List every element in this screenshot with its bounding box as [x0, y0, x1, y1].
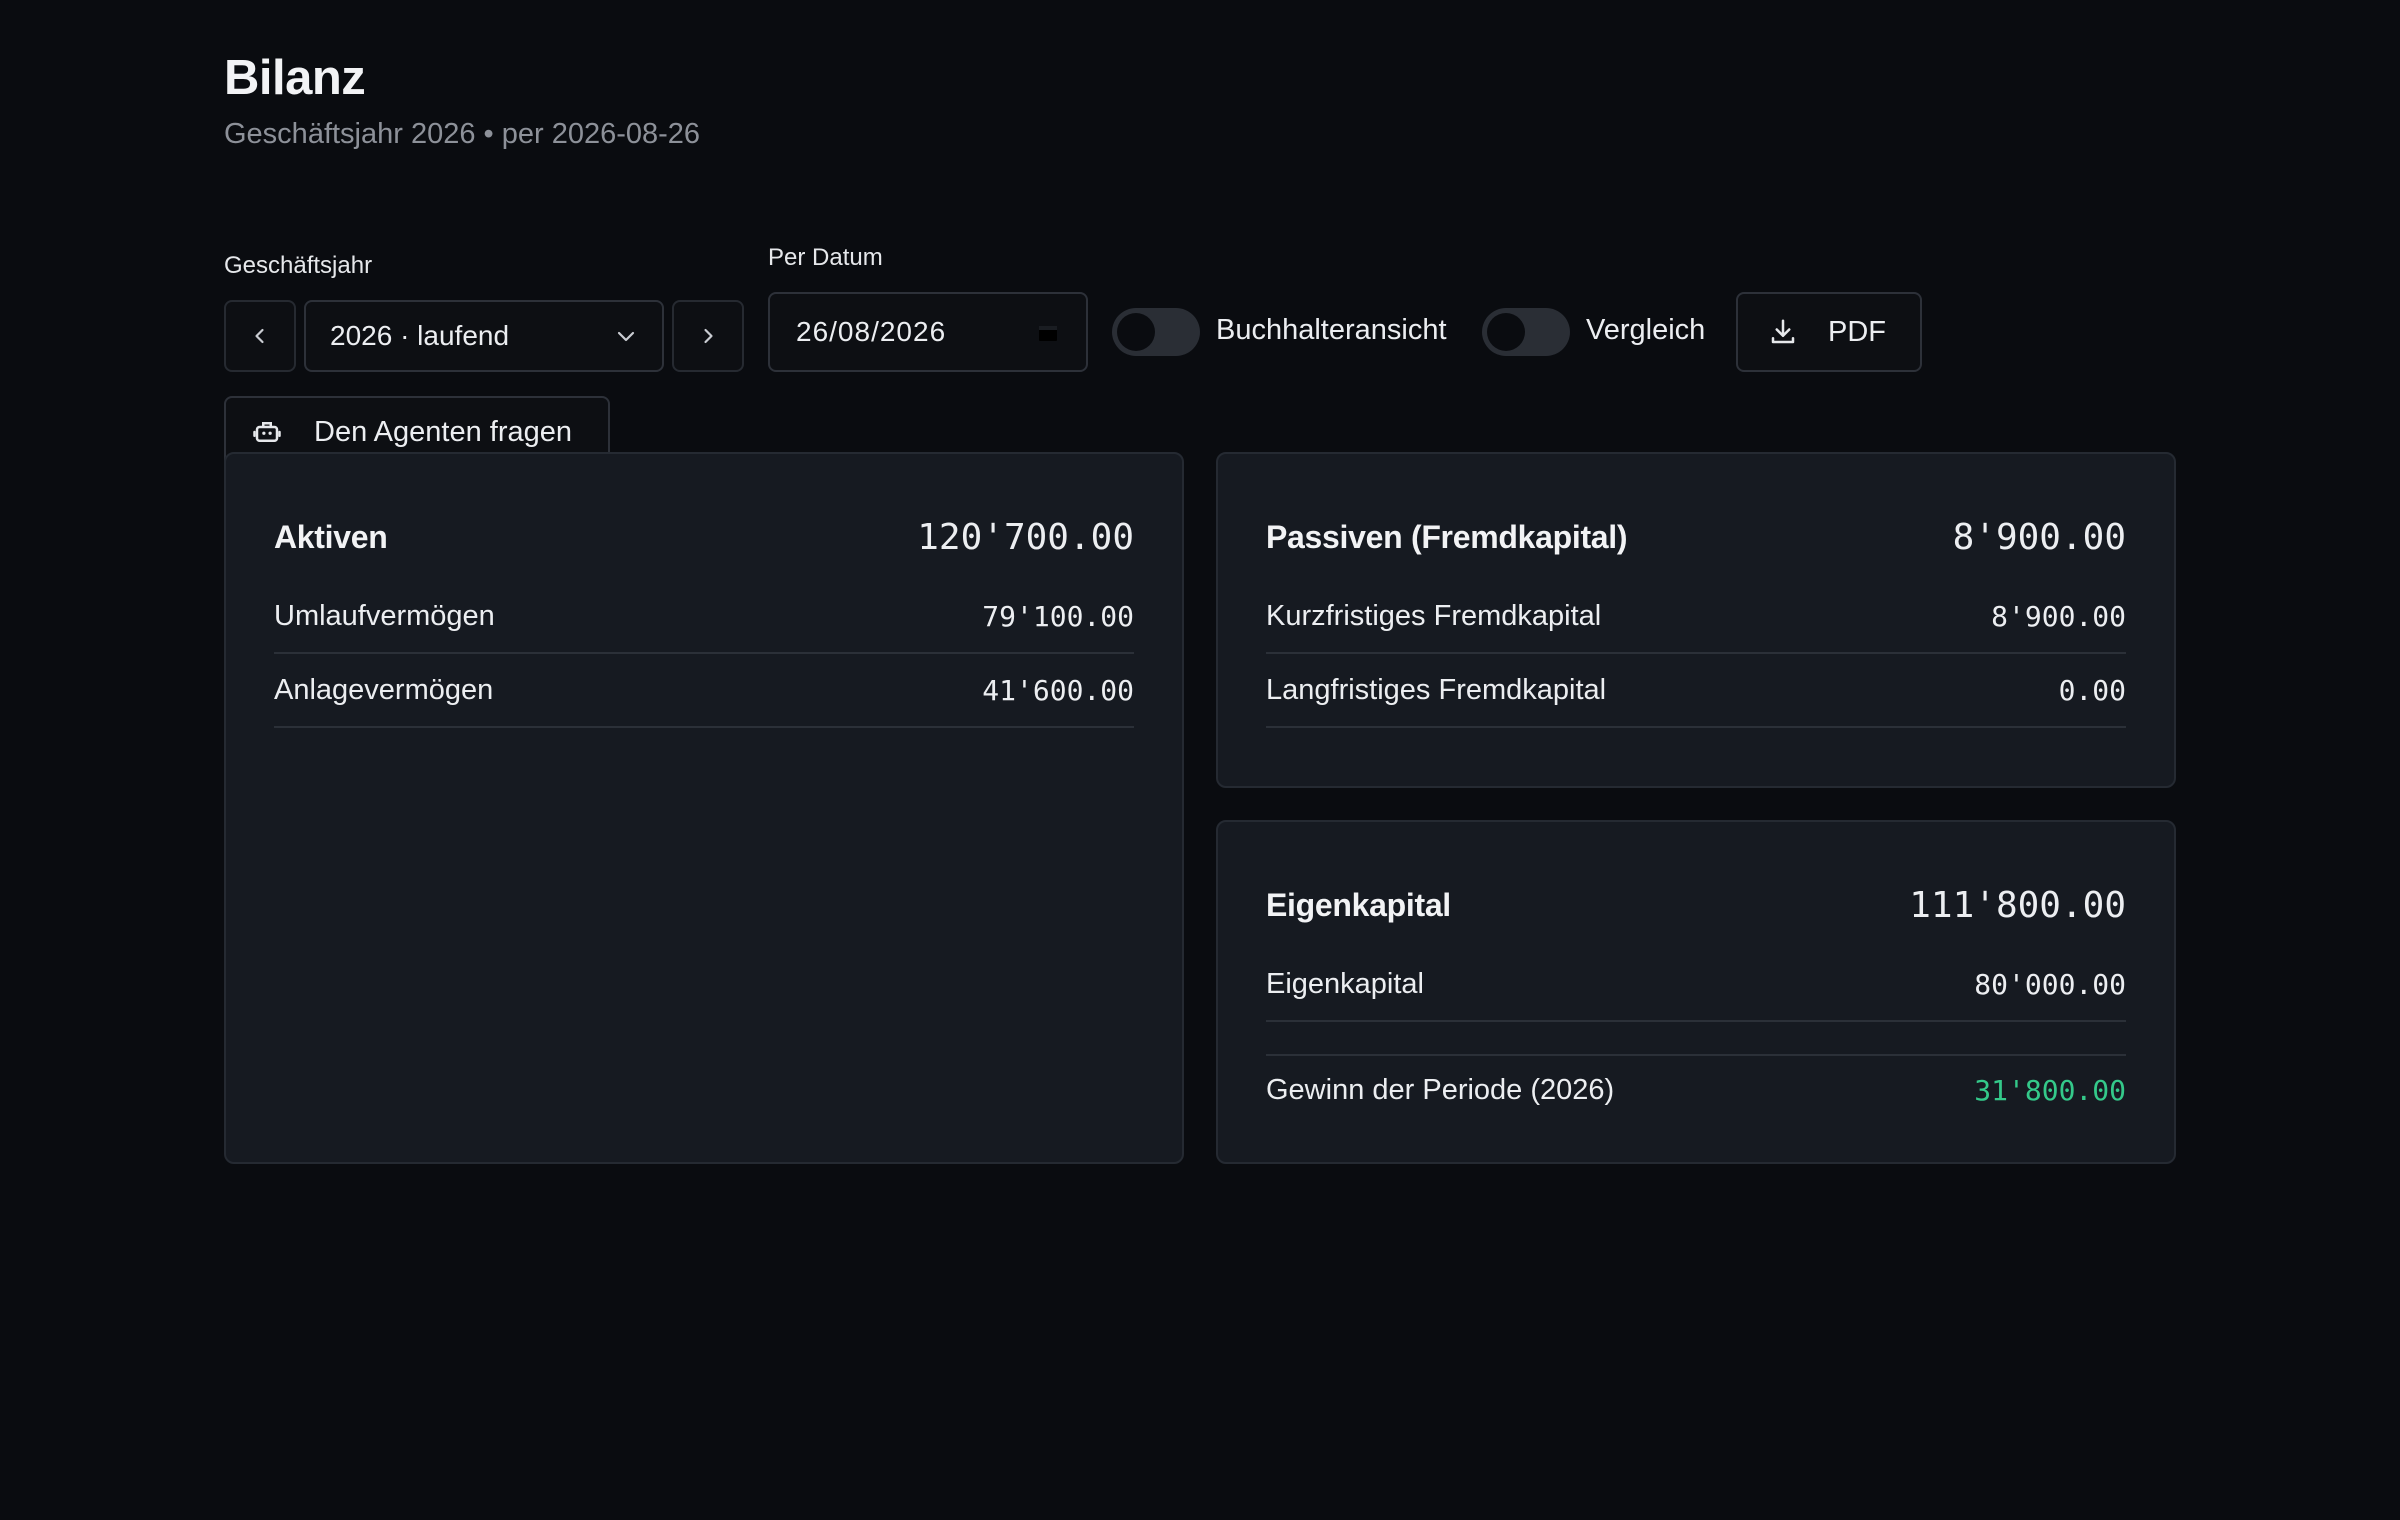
row-label: Eigenkapital [1266, 967, 1424, 1000]
balance-sheet-page: Bilanz Geschäftsjahr 2026 • per 2026-08-… [224, 48, 2176, 1164]
card-header: Eigenkapital 111'800.00 [1266, 870, 2126, 940]
liabilities-total: 8'900.00 [1952, 516, 2126, 558]
row-amount: 80'000.00 [1974, 967, 2126, 1001]
equity-card: Eigenkapital 111'800.00 Eigenkapital 80'… [1216, 820, 2176, 1164]
table-row[interactable]: Eigenkapital 80'000.00 [1266, 948, 2126, 1022]
compare-toggle[interactable] [1482, 308, 1570, 356]
liabilities-title: Passiven (Fremdkapital) [1266, 518, 1628, 555]
equity-total: 111'800.00 [1909, 884, 2126, 926]
toggle-knob [1117, 313, 1155, 351]
page-title: Bilanz [224, 51, 366, 105]
row-amount: 8'900.00 [1991, 599, 2126, 633]
table-row[interactable]: Umlaufvermögen 79'100.00 [274, 580, 1134, 654]
robot-icon [253, 422, 281, 442]
row-label: Anlagevermögen [274, 673, 494, 706]
assets-title: Aktiven [274, 518, 388, 555]
toggle-knob [1487, 313, 1525, 351]
accountant-view-toggle[interactable] [1112, 308, 1200, 356]
row-amount: 79'100.00 [982, 599, 1134, 633]
chevron-left-icon [255, 328, 264, 344]
calendar-icon[interactable] [1036, 320, 1060, 344]
fiscal-year-label: Geschäftsjahr [224, 252, 373, 279]
next-year-button[interactable] [672, 300, 744, 372]
table-row[interactable]: Langfristiges Fremdkapital 0.00 [1266, 654, 2126, 728]
table-row[interactable]: Kurzfristiges Fremdkapital 8'900.00 [1266, 580, 2126, 654]
equity-title: Eigenkapital [1266, 886, 1451, 923]
date-value: 26/08/2026 [796, 316, 947, 347]
pdf-label: PDF [1828, 315, 1886, 348]
previous-year-button[interactable] [224, 300, 296, 372]
ask-agent-label: Den Agenten fragen [314, 415, 572, 448]
profit-amount: 31'800.00 [1974, 1073, 2126, 1107]
liabilities-card: Passiven (Fremdkapital) 8'900.00 Kurzfri… [1216, 452, 2176, 788]
compare-label: Vergleich [1586, 314, 1706, 346]
table-row[interactable]: Anlagevermögen 41'600.00 [274, 654, 1134, 728]
assets-total: 120'700.00 [917, 516, 1134, 558]
fiscal-year-value: 2026 · laufend [330, 320, 510, 351]
toolbar: Geschäftsjahr 2026 · laufend Per Datum 2… [224, 244, 2176, 468]
page-subtitle: Geschäftsjahr 2026 • per 2026-08-26 [224, 118, 701, 150]
row-amount: 41'600.00 [982, 673, 1134, 707]
pdf-export-button[interactable]: PDF [1736, 292, 1922, 372]
card-header: Passiven (Fremdkapital) 8'900.00 [1266, 502, 2126, 572]
chevron-down-icon [617, 331, 635, 342]
fiscal-year-select[interactable]: 2026 · laufend [304, 300, 664, 372]
date-input[interactable]: 26/08/2026 [768, 292, 1088, 372]
accountant-view-label: Buchhalteransicht [1216, 314, 1447, 346]
chevron-right-icon [704, 328, 713, 344]
download-icon [1771, 319, 1795, 344]
row-label: Umlaufvermögen [274, 599, 495, 632]
row-amount: 0.00 [2058, 673, 2126, 707]
row-label: Langfristiges Fremdkapital [1266, 673, 1607, 706]
row-label: Kurzfristiges Fremdkapital [1266, 599, 1602, 632]
assets-card: Aktiven 120'700.00 Umlaufvermögen 79'100… [224, 452, 1184, 1164]
profit-label: Gewinn der Periode (2026) [1266, 1073, 1615, 1106]
profit-row[interactable]: Gewinn der Periode (2026) 31'800.00 [1266, 1054, 2126, 1124]
card-header: Aktiven 120'700.00 [274, 502, 1134, 572]
date-label: Per Datum [768, 244, 883, 271]
